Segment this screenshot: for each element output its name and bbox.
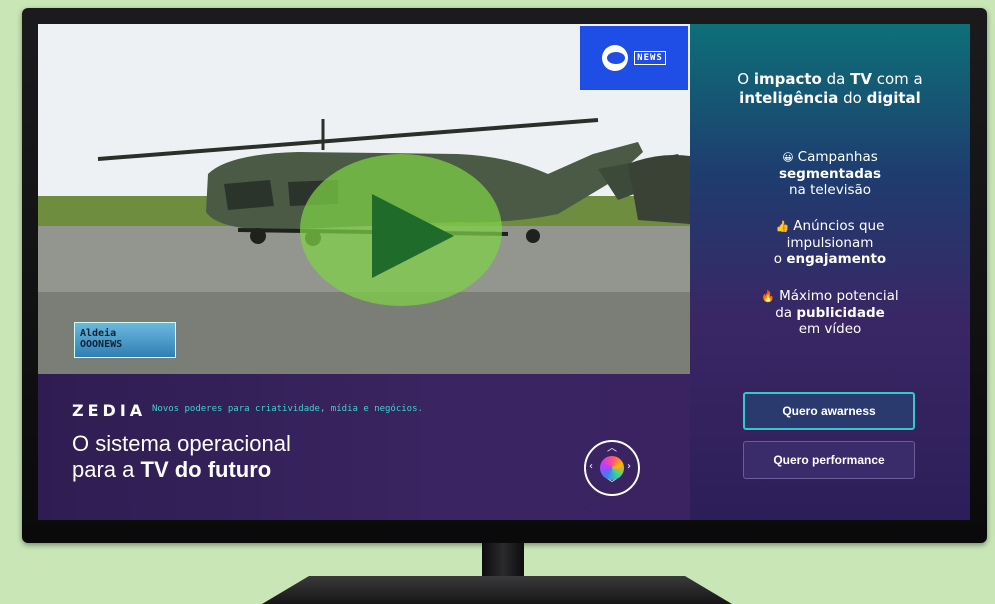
feature-text: na televisão [788,182,872,198]
fire-icon: 🔥 [761,290,776,303]
heading-bold: inteligência [739,89,839,107]
feature-item: 👍 Anúncios que impulsionam o engajamento [710,218,950,267]
heading-text: do [838,89,867,107]
news-globe-icon [602,45,629,71]
feature-item: 😀 Campanhas segmentadas na televisão [710,149,950,198]
video-lower-banner: ZEDIA Novos poderes para criatividade, m… [38,374,690,520]
panel-heading: O impacto da TV com a inteligência do di… [700,70,960,108]
heading-bold: impacto [753,70,822,88]
feature-text: Anúncios que [793,218,885,234]
brand-logo: ZEDIA [72,401,147,420]
thumbs-up-icon: 👍 [775,220,790,233]
feature-text: impulsionam [786,235,874,251]
performance-button[interactable]: Quero performance [743,441,915,479]
brand-tagline: Novos poderes para criatividade, mídia e… [152,404,423,414]
heading-bold: digital [866,89,921,107]
channel-watermark: Aldeia OOONEWS [74,322,176,358]
feature-text: o [773,251,787,267]
headline-line1: O sistema operacional [72,431,291,456]
heading-text: da [821,70,851,88]
feature-text: Máximo potencial [779,288,899,304]
banner-headline: O sistema operacional para a TV do futur… [72,431,291,483]
chevron-left-icon: ‹ [589,461,593,472]
awareness-button[interactable]: Quero awarness [743,392,915,430]
feature-bold: publicidade [796,305,885,321]
news-channel-logo: NEWS [580,26,688,90]
feature-text: da [775,305,797,321]
remote-control-icon: ︿ ﹀ ‹ › [584,440,640,496]
tv-stand-neck [482,543,524,579]
ad-side-panel: O impacto da TV com a inteligência do di… [690,24,970,520]
tv-screen: NEWS Aldeia OOONEWS ZEDIA Novos poderes … [38,24,970,520]
tv-stand-base [262,576,732,604]
headline-line2-bold: TV do futuro [140,457,272,482]
headline-line2-prefix: para a [72,457,141,482]
channel-watermark-line1: Aldeia [80,328,117,339]
play-icon [372,194,454,278]
news-logo-text: NEWS [634,51,666,65]
smiley-icon: 😀 [782,151,794,164]
video-player[interactable]: NEWS Aldeia OOONEWS [38,24,690,374]
feature-bold: engajamento [786,251,887,267]
chevron-down-icon: ﹀ [607,479,617,490]
feature-bold: segmentadas [778,166,882,182]
play-button[interactable] [300,154,502,306]
heading-bold: TV [850,70,872,88]
chevron-right-icon: › [627,461,631,472]
heading-text: O [737,70,754,88]
feature-text: Campanhas [797,149,878,165]
chevron-up-icon: ︿ [607,443,617,454]
remote-center-dot [600,456,624,480]
feature-text: em vídeo [798,321,862,337]
headline-line2: para a TV do futuro [72,457,291,483]
channel-watermark-line2: OOONEWS [80,339,123,350]
heading-text: com a [871,70,923,88]
feature-item: 🔥 Máximo potencial da publicidade em víde… [710,288,950,337]
